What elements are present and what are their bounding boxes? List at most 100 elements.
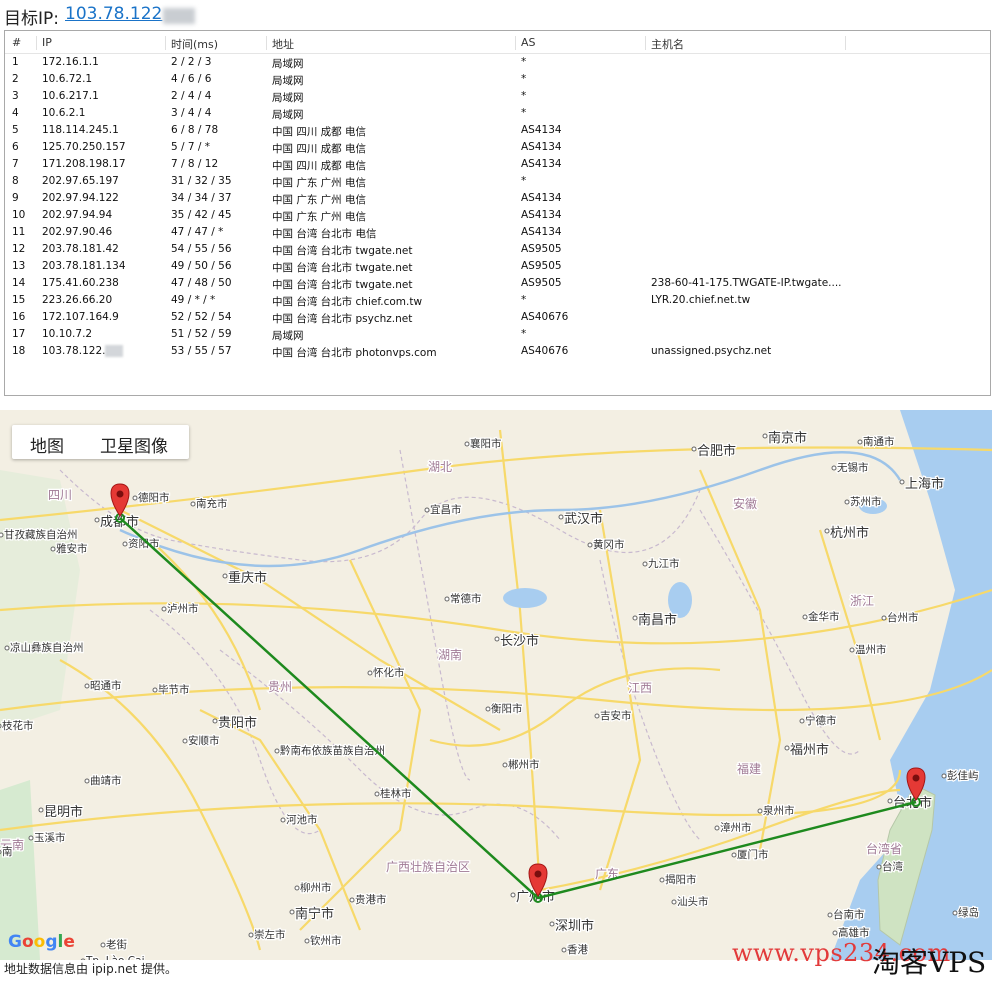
- map-pin-dot: [116, 490, 124, 498]
- table-row[interactable]: 14 175.41.60.238 47 / 48 / 50 中国 台湾 台北市 twg…: [5, 275, 990, 292]
- target-ip-label: 目标IP:: [4, 9, 59, 29]
- target-ip-link[interactable]: 103.78.122: [65, 4, 162, 24]
- city-dot: [349, 897, 355, 903]
- cell-address: 中国 四川 成都 电信: [272, 160, 367, 172]
- city-dot: [0, 849, 2, 855]
- col-address[interactable]: 地址: [267, 36, 516, 51]
- cell-hostname: 238-60-41-175.TWGATE-IP.twgate....: [651, 277, 842, 289]
- cell-as: AS4134: [521, 192, 562, 204]
- table-row[interactable]: 18 103.78.122. 53 / 55 / 57 中国 台湾 台北市 photo…: [5, 343, 990, 360]
- cell-ip: 202.97.65.197: [42, 175, 119, 187]
- city-label: 台湾: [882, 860, 903, 873]
- table-row[interactable]: 5 118.114.245.1 6 / 8 / 78 中国 四川 成都 电信 AS413…: [5, 122, 990, 139]
- cell-as: *: [521, 73, 527, 85]
- city-label: 绿岛: [958, 906, 979, 919]
- cell-as: *: [521, 328, 527, 340]
- city-label: 钦州市: [310, 934, 342, 947]
- city-dot: [561, 947, 567, 953]
- road: [199, 709, 362, 931]
- city-dot: [182, 738, 188, 744]
- city-dot: [824, 528, 830, 534]
- table-row[interactable]: 7 171.208.198.17 7 / 8 / 12 中国 四川 成都 电信 AS41…: [5, 156, 990, 173]
- table-row[interactable]: 2 10.6.72.1 4 / 6 / 6 局域网 *: [5, 71, 990, 88]
- cell-time: 34 / 34 / 37: [171, 192, 232, 204]
- city-label: 吉安市: [600, 709, 632, 722]
- city-dot: [494, 636, 500, 642]
- cell-as: *: [521, 56, 527, 68]
- city-label: 宜昌市: [430, 503, 462, 516]
- table-row[interactable]: 11 202.97.90.46 47 / 47 / * 中国 台湾 台北市 电信 AS4…: [5, 224, 990, 241]
- city-dot: [844, 499, 850, 505]
- city-dot: [84, 778, 90, 784]
- city-label: 玉溪市: [34, 831, 66, 844]
- table-row[interactable]: 9 202.97.94.122 34 / 34 / 37 中国 广东 广州 电信 AS4…: [5, 190, 990, 207]
- city-dot: [367, 670, 373, 676]
- road: [0, 588, 992, 645]
- map-canvas[interactable]: 成都市德阳市 南充市资阳市重庆市泸州市雅安市凉山彝族自治州昭通市 毕节市贵阳市安顺市…: [0, 410, 992, 960]
- cell-hop: 1: [12, 56, 19, 68]
- city-dot: [762, 433, 768, 439]
- col-hostname[interactable]: 主机名: [646, 36, 846, 51]
- city-dot: [444, 596, 450, 602]
- city-dot: [122, 541, 128, 547]
- city-label: 金华市: [808, 610, 840, 623]
- cell-address: 中国 台湾 台北市 photonvps.com: [272, 347, 437, 359]
- cell-ip: 125.70.250.157: [42, 141, 126, 153]
- cell-address: 中国 台湾 台北市 twgate.net: [272, 245, 413, 257]
- cell-as: *: [521, 175, 527, 187]
- lake: [503, 588, 547, 608]
- cell-as: *: [521, 294, 527, 306]
- city-label: 泸州市: [167, 602, 199, 615]
- cell-hop: 7: [12, 158, 19, 170]
- cell-as: AS4134: [521, 124, 562, 136]
- city-label: 郴州市: [508, 758, 540, 771]
- city-dot: [38, 807, 44, 813]
- col-as[interactable]: AS: [516, 36, 646, 50]
- city-dot: [0, 723, 2, 729]
- cell-address: 局域网: [272, 330, 304, 342]
- tab-map[interactable]: 地图: [30, 432, 64, 457]
- city-dot: [424, 507, 430, 513]
- cell-hop: 17: [12, 328, 26, 340]
- table-row[interactable]: 15 223.26.66.20 49 / * / * 中国 台湾 台北市 chief.…: [5, 292, 990, 309]
- route-map[interactable]: 成都市 德阳市 南充市 资阳市 重庆市 泸州市 雅安市 凉山彝族自治州 昭通市 毕节市 贵阳市 安顺市…: [0, 410, 992, 960]
- cell-time: 47 / 48 / 50: [171, 277, 232, 289]
- col-hop[interactable]: #: [7, 36, 37, 50]
- table-row[interactable]: 1 172.16.1.1 2 / 2 / 3 局域网 *: [5, 54, 990, 71]
- map-pin-dot: [534, 870, 542, 878]
- city-label: 南充市: [196, 497, 228, 510]
- cell-hop: 18: [12, 345, 26, 357]
- col-time[interactable]: 时间(ms): [166, 36, 267, 51]
- city-dot: [304, 938, 310, 944]
- city-label: 昆明市: [44, 804, 83, 820]
- city-dot: [502, 762, 508, 768]
- target-header: 目标IP: 103.78.122: [0, 0, 992, 30]
- city-label: 贵港市: [355, 893, 387, 906]
- google-logo: Google: [8, 932, 75, 952]
- road: [59, 659, 262, 951]
- cell-time: 35 / 42 / 45: [171, 209, 232, 221]
- city-dot: [84, 683, 90, 689]
- table-row[interactable]: 12 203.78.181.42 54 / 55 / 56 中国 台湾 台北市 twg…: [5, 241, 990, 258]
- cell-time: 3 / 4 / 4: [171, 107, 212, 119]
- city-label: 江西: [628, 681, 652, 695]
- city-label: 南: [2, 845, 13, 858]
- table-row[interactable]: 16 172.107.164.9 52 / 52 / 54 中国 台湾 台北市 psy…: [5, 309, 990, 326]
- col-ip[interactable]: IP: [37, 36, 166, 50]
- cell-ip: 203.78.181.42: [42, 243, 119, 255]
- table-row[interactable]: 13 203.78.181.134 49 / 50 / 56 中国 台湾 台北市 tw…: [5, 258, 990, 275]
- city-label: 柳州市: [300, 881, 332, 894]
- cell-time: 2 / 2 / 3: [171, 56, 212, 68]
- table-row[interactable]: 8 202.97.65.197 31 / 32 / 35 中国 广东 广州 电信 *: [5, 173, 990, 190]
- tab-satellite[interactable]: 卫星图像: [100, 432, 168, 457]
- table-row[interactable]: 4 10.6.2.1 3 / 4 / 4 局域网 *: [5, 105, 990, 122]
- city-dot: [594, 713, 600, 719]
- table-row[interactable]: 3 10.6.217.1 2 / 4 / 4 局域网 *: [5, 88, 990, 105]
- city-label: 毕节市: [158, 683, 190, 696]
- city-dot: [132, 495, 138, 501]
- table-row[interactable]: 10 202.97.94.94 35 / 42 / 45 中国 广东 广州 电信 AS4…: [5, 207, 990, 224]
- cell-time: 53 / 55 / 57: [171, 345, 232, 357]
- table-row[interactable]: 6 125.70.250.157 5 / 7 / * 中国 四川 成都 电信 AS413…: [5, 139, 990, 156]
- table-row[interactable]: 17 10.10.7.2 51 / 52 / 59 局域网 *: [5, 326, 990, 343]
- city-dot: [881, 615, 887, 621]
